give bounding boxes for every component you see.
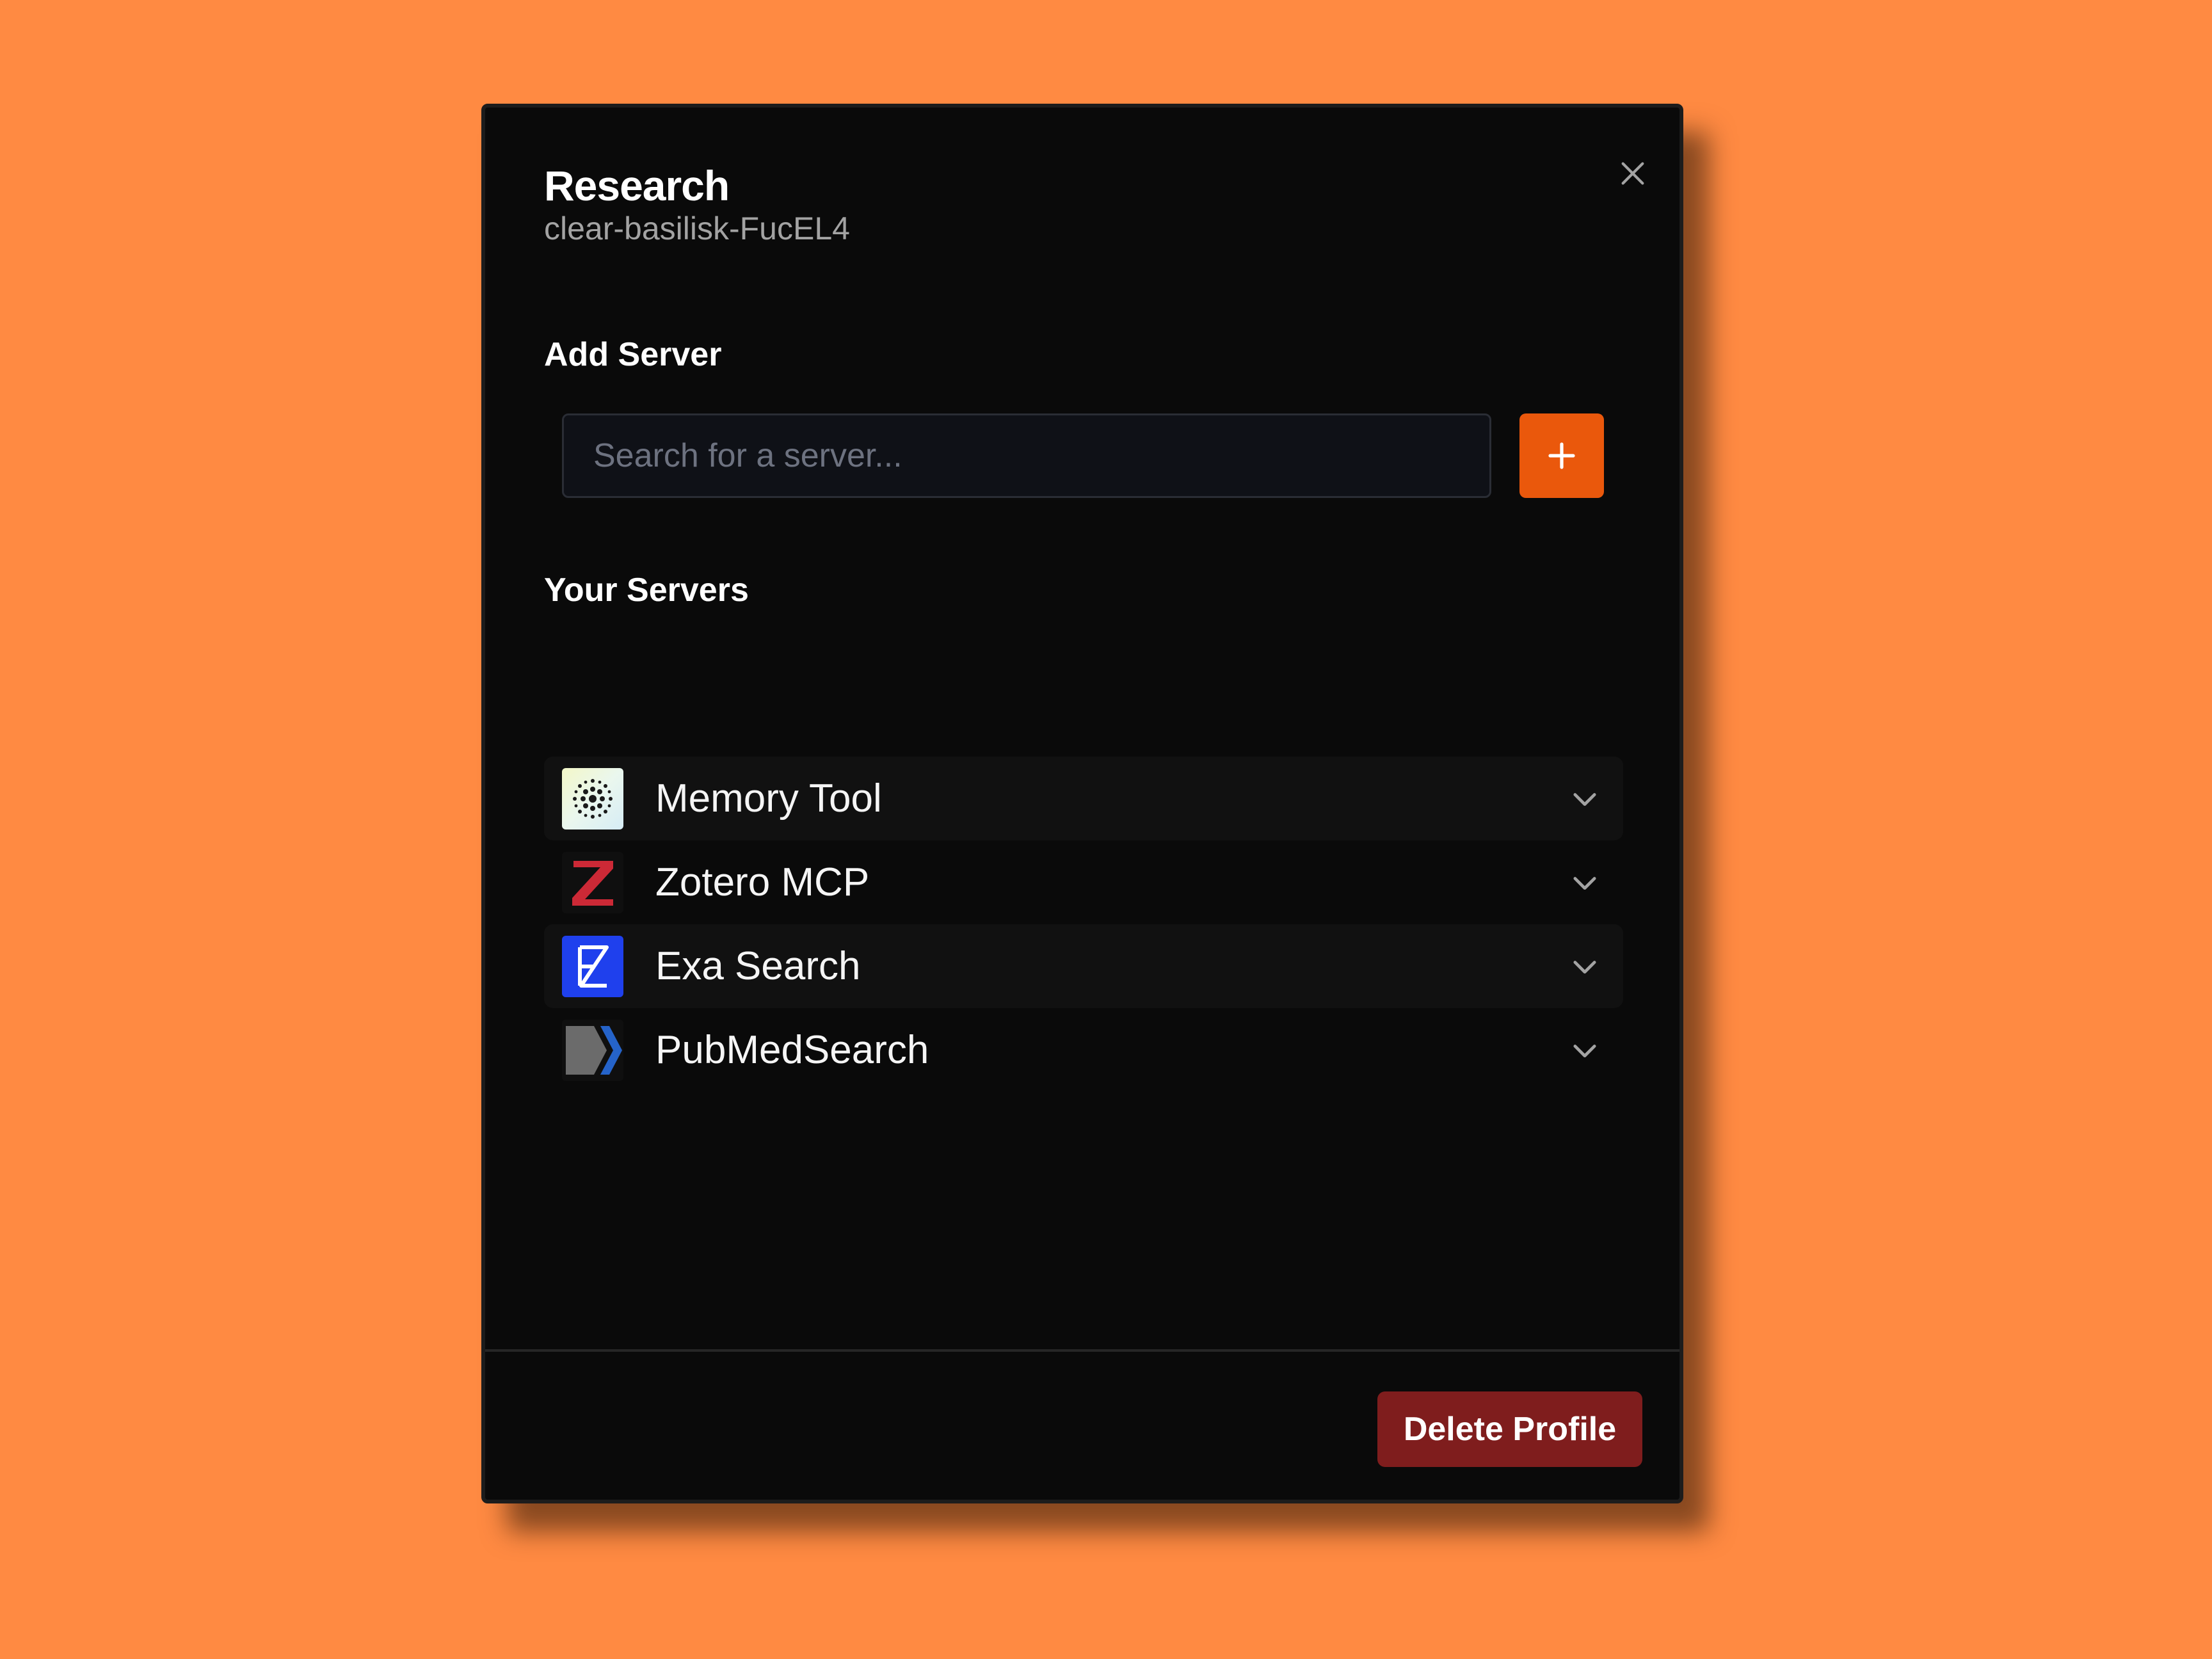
server-search-input[interactable] [562,413,1491,498]
profile-subtitle: clear-basilisk-FucEL4 [544,211,850,246]
server-item-pubmedsearch[interactable]: PubMedSearch [544,1008,1623,1092]
zotero-logo-icon [562,852,623,913]
pubmed-logo-icon [562,1020,623,1081]
server-item-exa-search[interactable]: Exa Search [544,924,1623,1008]
chevron-down-icon[interactable] [1568,950,1601,983]
chevron-down-icon[interactable] [1568,1034,1601,1067]
chevron-down-icon[interactable] [1568,782,1601,815]
exa-logo-icon [562,936,623,997]
close-button[interactable] [1610,151,1655,196]
delete-profile-button[interactable]: Delete Profile [1377,1391,1642,1467]
footer-divider [485,1349,1679,1352]
server-name: PubMedSearch [655,1028,929,1072]
close-icon [1621,162,1644,185]
server-item-memory-tool[interactable]: Memory Tool [544,757,1623,840]
plus-icon [1548,442,1575,469]
server-name: Zotero MCP [655,860,870,904]
server-list: Memory Tool Zotero MCP Exa Search PubMed… [544,757,1623,1092]
profile-title: Research [544,162,730,209]
add-server-heading: Add Server [544,336,722,373]
chevron-down-icon[interactable] [1568,866,1601,899]
server-name: Memory Tool [655,776,882,821]
server-item-zotero-mcp[interactable]: Zotero MCP [544,840,1623,924]
memory-tool-logo-icon [562,768,623,830]
profile-modal: Research clear-basilisk-FucEL4 Add Serve… [481,104,1683,1503]
server-name: Exa Search [655,944,861,988]
your-servers-heading: Your Servers [544,572,749,609]
add-server-button[interactable] [1519,413,1604,498]
